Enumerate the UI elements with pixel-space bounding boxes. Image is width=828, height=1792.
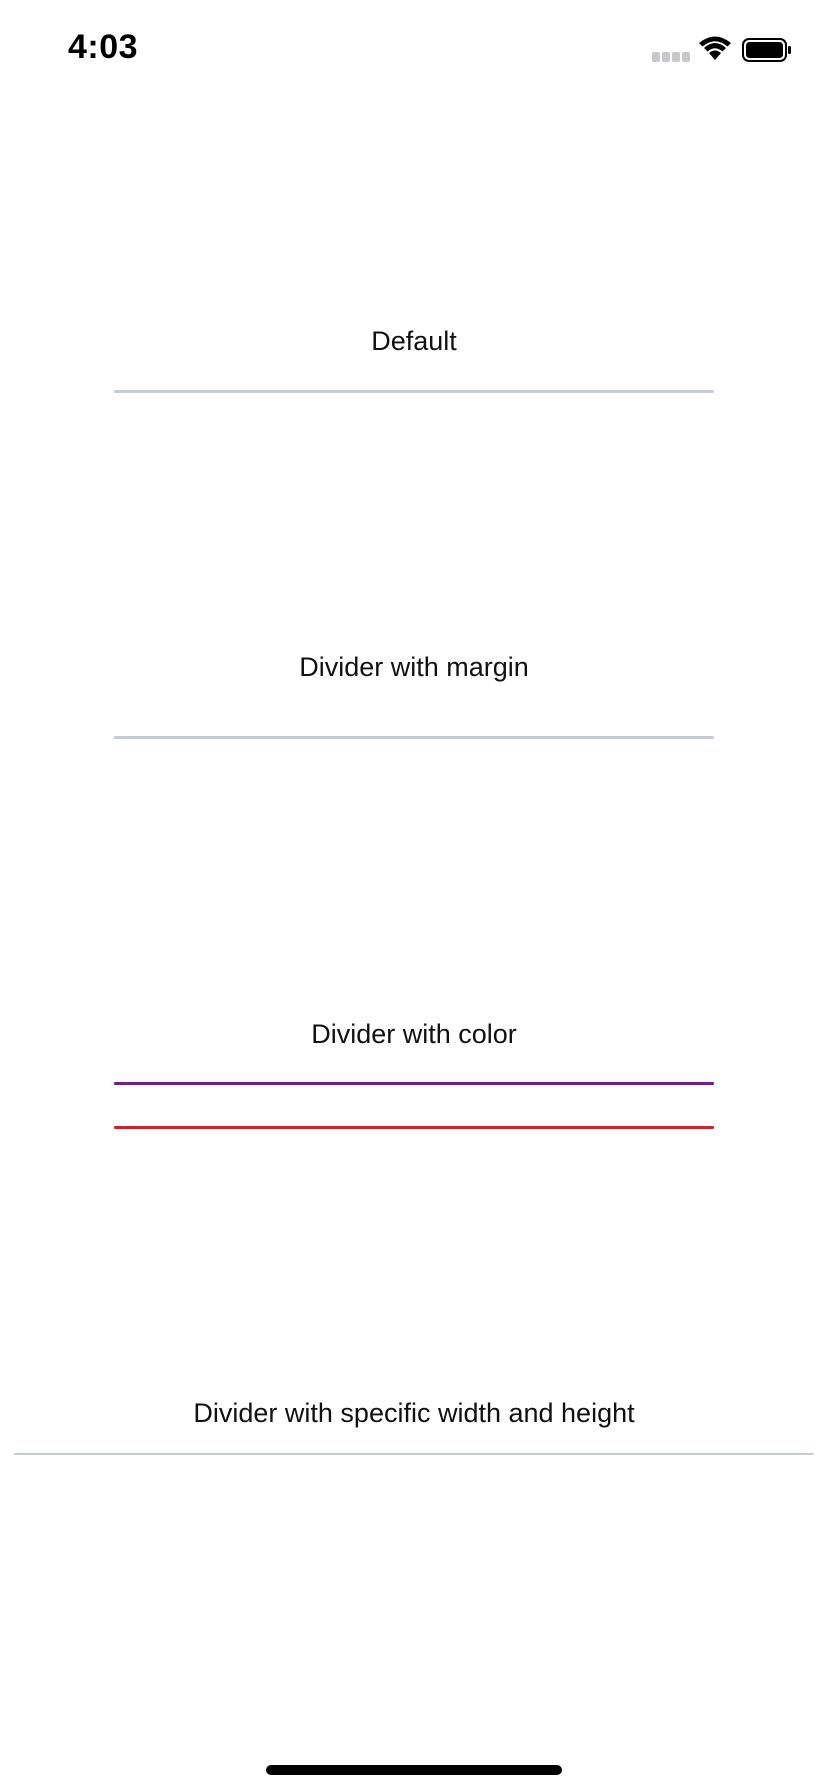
cellular-signal-icon: [652, 52, 692, 64]
section-label-default: Default: [371, 326, 457, 356]
home-indicator[interactable]: [266, 1765, 562, 1775]
divider-red: [114, 1126, 714, 1129]
divider-specific: [14, 1453, 814, 1455]
section-label-color: Divider with color: [311, 1019, 517, 1049]
status-bar: 4:03: [0, 0, 828, 100]
divider-margin: [114, 736, 714, 739]
battery-icon: [742, 38, 791, 62]
section-label-margin: Divider with margin: [299, 652, 529, 682]
section-label-specific: Divider with specific width and height: [193, 1398, 635, 1428]
status-time: 4:03: [68, 28, 139, 66]
divider-default: [114, 390, 714, 393]
divider-purple: [114, 1082, 714, 1085]
wifi-icon: [699, 36, 731, 60]
